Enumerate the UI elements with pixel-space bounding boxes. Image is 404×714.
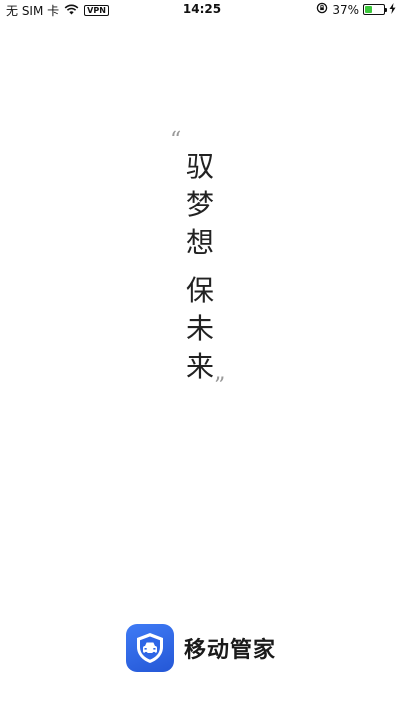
battery-percent: 37% — [332, 2, 359, 17]
close-quote-mark: ” — [214, 374, 226, 399]
slogan-char: 未 — [185, 312, 214, 345]
slogan-char: 保 — [185, 274, 214, 307]
slogan-line-2: 保 未 来 — [184, 272, 216, 386]
charging-bolt-icon — [389, 2, 396, 17]
battery-fill — [365, 6, 372, 13]
slogan-char: 来 — [185, 350, 214, 383]
brand-lockup: 移动管家 — [126, 624, 276, 672]
app-logo-icon — [126, 624, 174, 672]
battery-icon — [363, 4, 387, 15]
slogan-char: 想 — [185, 226, 214, 259]
splash-screen: 无 SIM 卡 VPN 14:25 37% “ 驭 梦 想 保 未 来 ” 移动… — [0, 0, 404, 714]
status-bar: 无 SIM 卡 VPN 14:25 37% — [0, 0, 404, 18]
open-quote-mark: “ — [170, 128, 182, 153]
app-name: 移动管家 — [184, 638, 277, 663]
slogan-char: 驭 — [185, 150, 214, 183]
status-right: 37% — [316, 2, 396, 17]
slogan-line-1: 驭 梦 想 — [184, 148, 216, 262]
slogan-char: 梦 — [185, 188, 214, 221]
rotation-lock-icon — [316, 2, 328, 17]
